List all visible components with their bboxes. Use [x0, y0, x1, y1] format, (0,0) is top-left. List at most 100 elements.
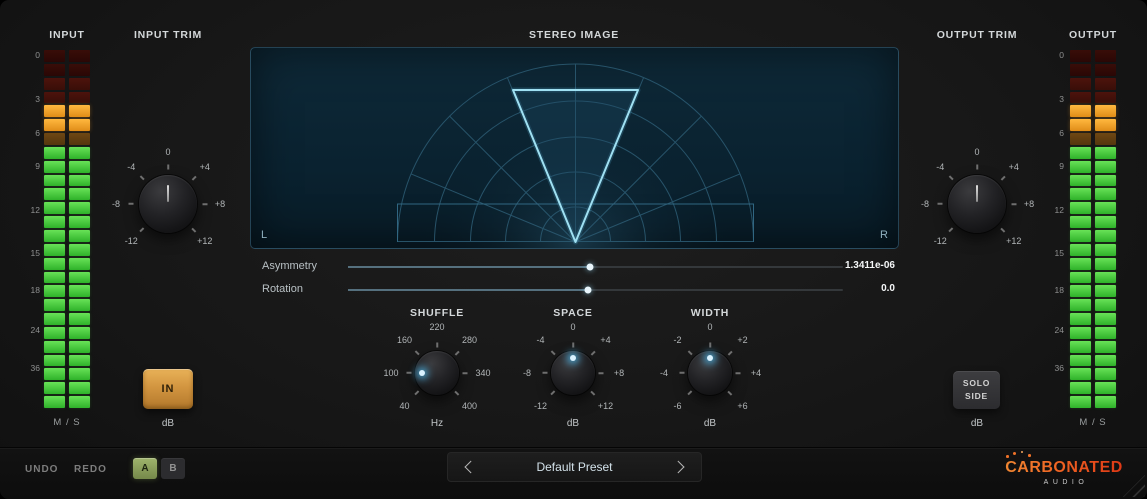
- rotation-slider[interactable]: [348, 289, 843, 291]
- knob-tick-mark: [1001, 176, 1006, 181]
- knob-tick-label: +12: [1006, 236, 1021, 246]
- meter-segment: [1095, 119, 1116, 131]
- meter-segment: [69, 78, 90, 90]
- rotation-value: 0.0: [843, 283, 895, 294]
- input-trim-knob-face: [139, 175, 197, 233]
- knob-pointer-dot: [707, 355, 713, 361]
- knob-tick-mark: [976, 165, 978, 170]
- width-knob[interactable]: 0-2+2-4+4-6+6: [655, 318, 765, 428]
- preset-next-button[interactable]: [671, 457, 689, 477]
- solo-side-button[interactable]: SOLO SIDE: [953, 371, 1000, 409]
- scope-right-label: R: [880, 229, 888, 241]
- meter-segment: [1070, 272, 1091, 284]
- meter-segment: [69, 368, 90, 380]
- knob-tick-label: +12: [197, 236, 212, 246]
- knob-tick-label: +6: [737, 401, 747, 411]
- meter-segment: [1070, 382, 1091, 394]
- undo-button[interactable]: UNDO: [25, 464, 58, 475]
- knob-tick-mark: [551, 390, 556, 395]
- meter-segment: [1070, 92, 1091, 104]
- meter-segment: [69, 396, 90, 408]
- rotation-label: Rotation: [262, 283, 303, 295]
- meter-scale-number: 12: [31, 205, 40, 215]
- preset-name[interactable]: Default Preset: [536, 460, 612, 474]
- meter-segment: [1095, 175, 1116, 187]
- meter-segment: [1095, 285, 1116, 297]
- knob-tick-label: 400: [462, 401, 477, 411]
- meter-segment: [69, 244, 90, 256]
- meter-segment: [44, 258, 65, 270]
- preset-bar: Default Preset: [447, 452, 702, 482]
- shuffle-unit: Hz: [407, 418, 467, 429]
- knob-tick-mark: [1001, 228, 1006, 233]
- knob-tick-mark: [463, 372, 468, 374]
- knob-tick-mark: [129, 203, 134, 205]
- meter-segment: [44, 105, 65, 117]
- output-meter: [1070, 50, 1116, 408]
- knob-tick-label: 0: [974, 147, 979, 157]
- meter-segment: [1070, 216, 1091, 228]
- ab-button-a[interactable]: A: [133, 458, 157, 479]
- meter-segment: [69, 133, 90, 145]
- preset-prev-button[interactable]: [460, 457, 478, 477]
- meter-segment: [69, 327, 90, 339]
- asymmetry-slider[interactable]: [348, 266, 843, 268]
- knob-tick-mark: [709, 343, 711, 348]
- space-knob[interactable]: 0-4+4-8+8-12+12: [518, 318, 628, 428]
- knob-tick-label: 280: [462, 335, 477, 345]
- input-meter: [44, 50, 90, 408]
- asymmetry-slider-thumb[interactable]: [587, 264, 594, 271]
- goniometer-grid: [251, 48, 899, 249]
- knob-tick-mark: [436, 343, 438, 348]
- meter-segment: [1070, 230, 1091, 242]
- meter-segment: [44, 272, 65, 284]
- meter-scale-number: 3: [1059, 94, 1064, 104]
- in-button[interactable]: IN: [143, 369, 193, 409]
- redo-button[interactable]: REDO: [74, 464, 107, 475]
- meter-segment: [44, 64, 65, 76]
- meter-segment: [1070, 119, 1091, 131]
- meter-segment: [69, 272, 90, 284]
- meter-segment: [44, 119, 65, 131]
- knob-tick-label: +4: [600, 335, 610, 345]
- meter-segment: [1070, 396, 1091, 408]
- output-trim-knob[interactable]: 0-4+4-8+8-12+12: [912, 139, 1042, 269]
- knob-pointer-dot: [419, 370, 425, 376]
- asymmetry-value: 1.3411e-06: [843, 260, 895, 271]
- meter-segment: [1095, 299, 1116, 311]
- shuffle-knob[interactable]: 22016028010034040400: [382, 318, 492, 428]
- meter-segment: [1095, 272, 1116, 284]
- rotation-slider-thumb[interactable]: [585, 287, 592, 294]
- brand-logo: CARBONATED AUDIO: [1000, 452, 1128, 486]
- meter-segment: [69, 105, 90, 117]
- meter-segment: [69, 258, 90, 270]
- knob-tick-mark: [415, 351, 420, 356]
- meter-segment: [44, 161, 65, 173]
- knob-tick-mark: [140, 228, 145, 233]
- plugin-window: INPUT 03691215182436 M / S INPUT TRIM 0-…: [0, 0, 1147, 499]
- meter-segment: [44, 133, 65, 145]
- meter-segment: [44, 368, 65, 380]
- solo-side-line2: SIDE: [953, 390, 1000, 403]
- meter-scale-number: 15: [31, 248, 40, 258]
- knob-tick-mark: [551, 351, 556, 356]
- knob-tick-label: +12: [598, 401, 613, 411]
- knob-tick-mark: [938, 203, 943, 205]
- knob-tick-mark: [736, 372, 741, 374]
- space-unit: dB: [543, 418, 603, 429]
- meter-segment: [44, 355, 65, 367]
- knob-tick-label: 340: [475, 368, 490, 378]
- ab-button-b[interactable]: B: [161, 458, 185, 479]
- meter-segment: [69, 147, 90, 159]
- output-trim-knob-face: [948, 175, 1006, 233]
- knob-tick-label: -8: [112, 199, 120, 209]
- meter-segment: [1070, 313, 1091, 325]
- meter-segment: [1095, 50, 1116, 62]
- meter-segment: [1070, 285, 1091, 297]
- meter-scale-number: 36: [31, 363, 40, 373]
- asymmetry-slider-fill: [348, 266, 590, 268]
- input-trim-knob[interactable]: 0-4+4-8+8-12+12: [103, 139, 233, 269]
- meter-segment: [1095, 92, 1116, 104]
- knob-tick-label: 160: [397, 335, 412, 345]
- meter-segment: [1070, 355, 1091, 367]
